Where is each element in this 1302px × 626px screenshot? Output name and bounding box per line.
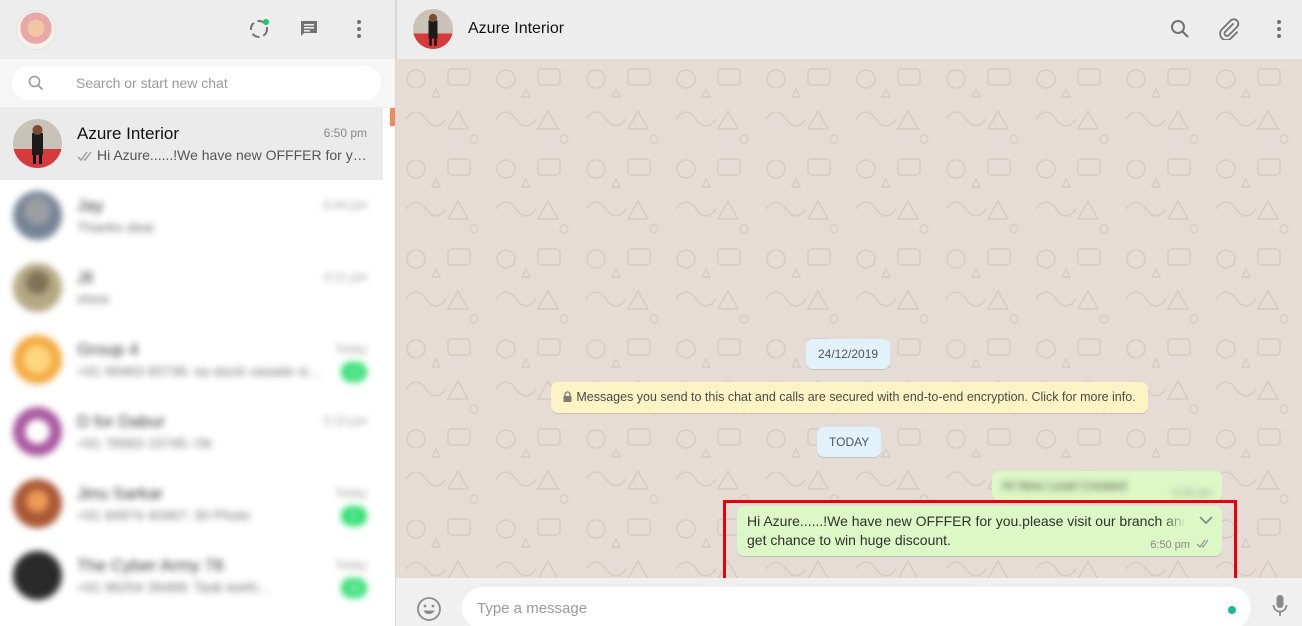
chat-item-blurred[interactable]: Jil 6:11 pm Ahmi [0, 252, 383, 324]
chat-name: The Cyber Army 78 [77, 556, 224, 575]
chat-item-blurred[interactable]: Jay 6:44 pm Thanks dear [0, 180, 383, 252]
message-bubble[interactable]: Hi New Lead Created 4:29 pm [992, 471, 1222, 501]
chat-time: 6:44 pm [323, 198, 367, 212]
chat-item-azure-interior[interactable]: Azure Interior 6:50 pm Hi Azure......!We… [0, 108, 383, 180]
unread-badge: 26 [341, 578, 367, 598]
status-icon[interactable] [247, 17, 271, 41]
encryption-notice[interactable]: Messages you send to this chat and calls… [551, 382, 1148, 413]
chat-time: Today [334, 486, 367, 500]
chat-preview: Ahmi [77, 291, 109, 307]
chat-time: Today [334, 558, 367, 572]
composer-bar [396, 578, 1302, 626]
avatar [13, 479, 62, 528]
chat-name: Jil [77, 268, 94, 287]
search-box[interactable] [12, 66, 381, 100]
chat-preview: Hi Azure......!We have new OFFFER for yo… [77, 147, 367, 165]
conversation-header[interactable]: Azure Interior [396, 0, 1302, 59]
avatar [13, 263, 62, 312]
message-input[interactable] [477, 587, 1217, 626]
profile-avatar[interactable] [16, 10, 56, 50]
avatar [13, 551, 62, 600]
unread-badge: 12 [341, 362, 367, 382]
unread-badge: 5 [341, 506, 367, 526]
conversation-pane: Azure Interior 24/12/2019 Messages you s… [396, 0, 1302, 626]
chat-name: Azure Interior [77, 124, 180, 143]
chat-time: 6:50 pm [323, 126, 367, 140]
avatar [13, 191, 62, 240]
avatar [13, 335, 62, 384]
chat-preview: +91 76563 15745: Ok [77, 435, 213, 451]
today-divider: TODAY [817, 427, 882, 457]
encryption-notice-text: Messages you send to this chat and calls… [576, 390, 1136, 404]
double-check-icon [77, 149, 97, 165]
avatar [13, 407, 62, 456]
message-input-box[interactable] [462, 587, 1251, 626]
search-bar [0, 59, 395, 108]
chat-item-blurred[interactable]: Group 4 Today +91 99463 65736: sa stock … [0, 324, 383, 396]
search-icon[interactable] [1168, 17, 1192, 41]
chat-name: Group 4 [77, 340, 139, 359]
highlight-box [723, 500, 1237, 578]
chat-preview-text: Hi Azure......!We have new OFFFER for yo… [97, 147, 367, 163]
date-divider: 24/12/2019 [806, 339, 891, 369]
search-input[interactable] [76, 66, 366, 100]
chat-name: Jay [77, 196, 104, 215]
message-text: Hi New Lead Created [1002, 478, 1127, 493]
chat-item-blurred[interactable]: The Cyber Army 78 Today +91 96254 39468:… [0, 540, 383, 612]
chat-time: Today [334, 342, 367, 356]
chat-list-pane: Azure Interior 6:50 pm Hi Azure......!We… [0, 0, 396, 626]
chat-preview: +91 84974 40467: 30 Photo [77, 507, 251, 523]
chat-preview: +91 99463 65736: sa stock vasaite sibu..… [77, 363, 327, 379]
search-icon [28, 75, 44, 96]
chat-time: 6:11 pm [324, 270, 367, 284]
chat-time: 5:10 pm [323, 414, 367, 428]
message-time: 4:29 pm [1172, 487, 1212, 499]
chat-name: Jinu Sarkar [77, 484, 163, 503]
status-dot [1228, 606, 1236, 614]
message-area[interactable]: 24/12/2019 Messages you send to this cha… [396, 59, 1302, 578]
chat-preview: Thanks dear [77, 219, 155, 235]
mic-icon[interactable] [1272, 594, 1288, 623]
contact-avatar[interactable] [413, 9, 453, 49]
attach-icon[interactable] [1217, 17, 1241, 41]
menu-icon[interactable] [1267, 17, 1291, 41]
emoji-icon[interactable] [416, 596, 442, 626]
left-header [0, 0, 395, 59]
chat-item-blurred[interactable]: D for Dabur 5:10 pm +91 76563 15745: Ok [0, 396, 383, 468]
chat-preview: +91 96254 39468: Task teeth... [77, 579, 270, 595]
lock-icon [563, 383, 572, 414]
contact-name: Azure Interior [468, 20, 565, 37]
chat-item-blurred[interactable]: Jinu Sarkar Today +91 84974 40467: 30 Ph… [0, 468, 383, 540]
chat-name: D for Dabur [77, 412, 165, 431]
avatar [13, 119, 62, 168]
new-chat-icon[interactable] [297, 17, 321, 41]
menu-icon[interactable] [347, 17, 371, 41]
